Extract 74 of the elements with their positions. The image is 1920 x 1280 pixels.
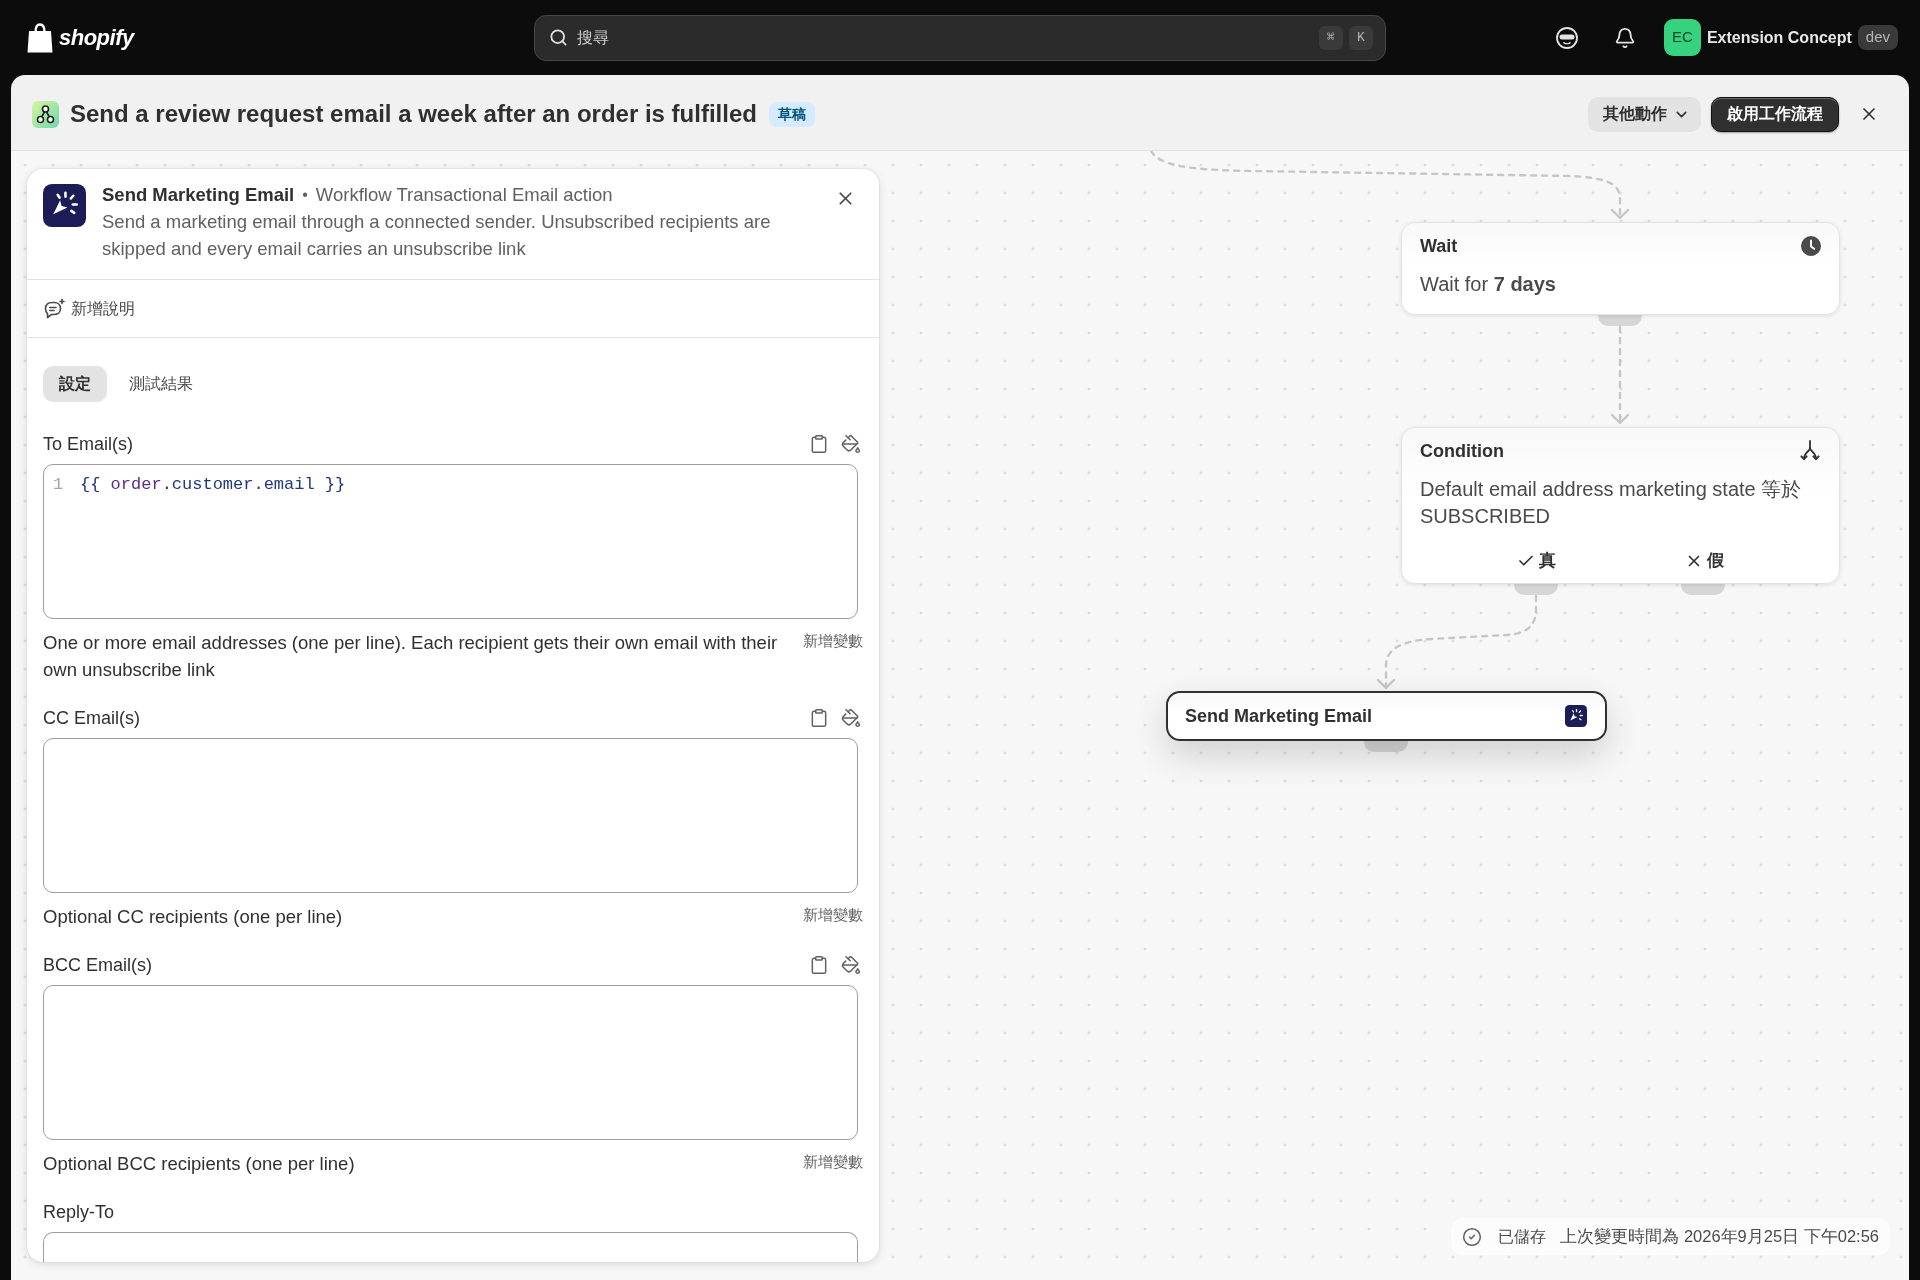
help-text: Optional CC recipients (one per line) [43,905,344,929]
step-title: Condition [1420,439,1504,463]
paste-button[interactable] [809,708,829,728]
connection-handle[interactable] [1681,584,1725,595]
search-icon [549,28,568,47]
branch-split-icon [1799,440,1821,462]
notification-bell-icon[interactable] [1613,26,1636,49]
connection-handle[interactable] [1364,741,1408,752]
clipboard-icon [809,434,829,454]
clock-icon [1801,236,1821,256]
status-badge: 草稿 [768,101,815,127]
action-step-card[interactable]: Send Marketing Email [1166,691,1607,741]
shopping-bag-icon[interactable] [27,22,53,53]
add-variable-button[interactable]: 新增變數 [803,629,863,653]
check-circle-icon [1462,1226,1483,1247]
separator-dot: • [302,185,308,205]
clipboard-icon [809,955,829,975]
shortcut-key: K [1349,25,1373,50]
tab[interactable]: 設定 [43,366,107,402]
store-name[interactable]: Extension Concept [1706,25,1852,50]
paste-button[interactable] [809,434,829,454]
add-variable-button[interactable]: 新增變數 [803,903,863,927]
tab[interactable]: 測試結果 [113,366,209,402]
line-number: 1 [53,474,65,497]
search-field[interactable]: 搜尋 ⌘ K [534,14,1386,61]
text-input-field[interactable] [43,1232,858,1262]
field-label: BCC Email(s) [43,953,152,977]
more-actions-button[interactable]: 其他動作 [1588,96,1701,132]
help-text: One or more email addresses (one per line). Each recipient gets their own email with their own unsubscribe link [43,631,779,682]
send-sparkle-app-icon [1565,705,1587,727]
save-status: 已儲存 [1498,1226,1547,1247]
branch-label: 真 [1539,550,1557,573]
panel-description: Send a marketing email through a connected sender. Unsubscribed recipients are skipped and every email carries an unsubscribe link [102,210,772,261]
field-label: Reply-To [43,1200,115,1224]
paint-bucket-icon [841,434,861,454]
branch-label: 假 [1706,550,1724,573]
activate-button[interactable]: 啟用工作流程 [1711,96,1839,132]
code-editor-field[interactable]: 1 {{ order.customer.email }} [43,464,858,619]
step-description: Default email address marketing state 等於 SUBSCRIBED [1420,477,1803,529]
wait-step-card[interactable]: Wait Wait for 7 days [1401,222,1840,315]
add-variable-button[interactable]: 新增變數 [803,1150,863,1174]
paint-bucket-icon [841,955,861,975]
field-label: CC Email(s) [43,706,140,730]
store-avatar[interactable]: EC [1663,19,1701,56]
fill-button[interactable] [841,955,861,975]
shortcut-key: ⌘ [1319,25,1343,50]
flow-app-icon [32,100,59,128]
panel-subtitle: Workflow Transactional Email action [315,183,613,208]
connection-handle[interactable] [1598,315,1642,326]
text-area-field[interactable] [43,738,858,893]
face-with-glasses-icon[interactable] [1554,25,1579,50]
step-title: Send Marketing Email [1185,704,1373,728]
logo-wordmark[interactable]: shopify [59,21,134,54]
step-title: Wait [1420,234,1458,258]
environment-badge: dev [1857,25,1898,50]
help-text: Optional BCC recipients (one per line) [43,1152,356,1176]
workflow-title: Send a review request email a week after an order is fulfilled [70,99,757,129]
last-saved-time: 上次變更時間為 2026年9月25日 下午02:56 [1560,1226,1879,1248]
paint-bucket-icon [841,708,861,728]
add-note-button[interactable]: 新增說明 [43,296,135,321]
step-description: Wait for 7 days [1420,272,1557,297]
field-label: To Email(s) [43,432,133,456]
comment-icon [43,297,65,320]
paste-button[interactable] [809,955,829,975]
search-placeholder: 搜尋 [577,27,609,48]
panel-title: Send Marketing Email [102,183,295,208]
send-sparkle-app-icon [43,184,86,227]
text-area-field[interactable] [43,985,858,1140]
condition-step-card[interactable]: Condition Default email address marketing state 等於 SUBSCRIBED 真 假 [1401,427,1840,584]
code-line: {{ order.customer.email }} [80,474,346,497]
fill-button[interactable] [841,708,861,728]
fill-button[interactable] [841,434,861,454]
connection-handle[interactable] [1514,584,1558,595]
clipboard-icon [809,708,829,728]
